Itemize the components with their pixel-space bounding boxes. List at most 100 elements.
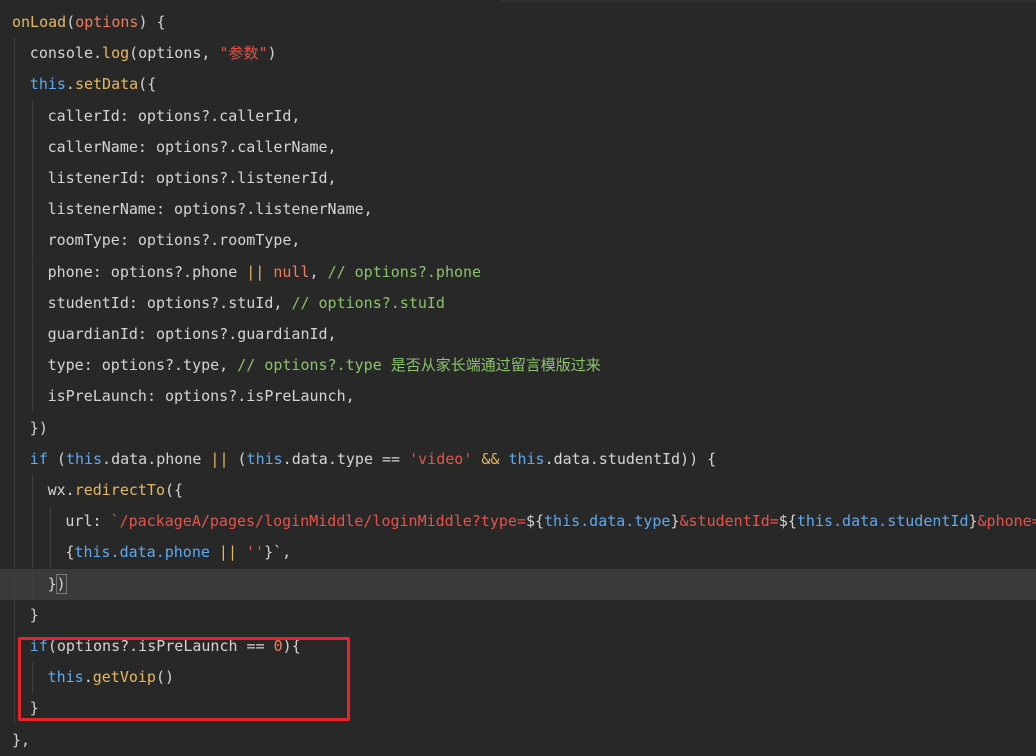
indent-guide <box>14 381 15 413</box>
editor-top-edge <box>500 0 1036 2</box>
code-token: .data.studentId <box>833 512 969 531</box>
code-line[interactable]: url: `/packageA/pages/loginMiddle/loginM… <box>0 506 1036 538</box>
code-token: ( <box>228 449 247 468</box>
code-token: .data.studentId)) { <box>544 449 717 468</box>
code-token: guardianId <box>47 325 138 343</box>
code-text: } <box>30 600 39 631</box>
code-line[interactable]: }) <box>0 568 1036 600</box>
indent-guide <box>31 568 33 600</box>
code-token: this <box>29 75 66 94</box>
code-token: .data.phone <box>110 543 219 562</box>
code-editor[interactable]: onLoad(options) {console.log(options, "参… <box>0 0 1036 755</box>
code-token: } <box>29 605 39 624</box>
code-line[interactable]: callerId: options?.callerId, <box>0 100 1036 132</box>
indent-guide <box>31 506 33 538</box>
indent-guide <box>14 506 15 538</box>
code-token: listenerName <box>47 200 156 219</box>
indent-guide <box>31 537 33 569</box>
code-line[interactable]: listenerName: options?.listenerName, <box>0 194 1036 226</box>
code-token: ({ <box>138 75 157 94</box>
code-token: } <box>670 512 680 531</box>
code-line[interactable]: }, <box>0 725 1036 756</box>
code-line[interactable]: console.log(options, "参数") <box>0 38 1036 70</box>
code-token: }, <box>12 730 31 749</box>
indent-guide <box>14 662 15 694</box>
code-token: ) { <box>138 13 166 31</box>
code-text: listenerName: options?.listenerName, <box>48 194 373 225</box>
indent-guide <box>31 194 33 226</box>
code-token: . <box>65 75 75 94</box>
code-token: roomType <box>47 231 120 250</box>
code-line[interactable]: this.setData({ <box>0 69 1036 101</box>
code-token: : <box>92 512 111 531</box>
code-line[interactable]: isPreLaunch: options?.isPreLaunch, <box>0 381 1036 413</box>
code-token: ({ <box>165 481 184 499</box>
code-line[interactable]: if (this.data.phone || (this.data.type =… <box>0 443 1036 475</box>
code-line[interactable]: } <box>0 599 1036 631</box>
code-token: } <box>47 574 57 593</box>
code-text: isPreLaunch: options?.isPreLaunch, <box>48 381 355 412</box>
indent-guide <box>14 163 15 194</box>
code-token: 'video' <box>409 449 473 468</box>
code-text: guardianId: options?.guardianId, <box>48 319 337 350</box>
indent-guide <box>14 131 15 163</box>
code-token: : options?.isPreLaunch, <box>146 387 355 406</box>
code-line[interactable]: }) <box>0 412 1036 444</box>
code-line[interactable]: onLoad(options) { <box>0 7 1036 38</box>
annotation-highlight-box <box>18 637 350 721</box>
indent-guide <box>49 537 51 569</box>
indent-guide <box>14 412 15 444</box>
indent-guide <box>14 287 15 319</box>
code-token: : options?.listenerName, <box>155 200 373 219</box>
indent-guide <box>14 100 15 132</box>
code-token: callerName <box>47 137 138 156</box>
code-line[interactable]: wx.redirectTo({ <box>0 475 1036 506</box>
code-line[interactable]: guardianId: options?.guardianId, <box>0 319 1036 350</box>
indent-guide <box>31 256 33 288</box>
code-text: {this.data.phone || ''}`, <box>65 537 291 568</box>
indent-guide <box>31 475 33 506</box>
code-token: '' <box>246 543 265 562</box>
indent-guide <box>14 693 15 725</box>
code-token: .data.type == <box>282 449 410 468</box>
code-line[interactable]: type: options?.type, // options?.type 是否… <box>0 350 1036 382</box>
code-token: : options?.callerId, <box>119 106 301 125</box>
code-text: if (this.data.phone || (this.data.type =… <box>30 444 716 475</box>
code-token: && <box>481 449 500 468</box>
indent-guide <box>14 443 15 475</box>
code-line[interactable]: roomType: options?.roomType, <box>0 225 1036 257</box>
indent-guide <box>31 319 33 350</box>
indent-guide <box>14 568 15 600</box>
code-token: || <box>210 449 229 468</box>
code-token: this <box>544 512 581 531</box>
code-token: this <box>508 449 545 468</box>
code-line[interactable]: callerName: options?.callerName, <box>0 131 1036 163</box>
code-token: }) <box>29 418 48 437</box>
indent-guide <box>14 194 15 226</box>
code-text: }) <box>30 413 48 444</box>
code-token: }` <box>264 543 283 562</box>
code-line[interactable]: studentId: options?.stuId, // options?.s… <box>0 287 1036 319</box>
code-token: : options?.listenerId, <box>137 169 337 187</box>
code-token: .data.type <box>580 512 671 531</box>
code-token: } <box>968 512 978 531</box>
indent-guide <box>49 506 51 538</box>
code-token: this <box>246 449 283 468</box>
code-line[interactable]: phone: options?.phone || null, // option… <box>0 256 1036 288</box>
code-line[interactable]: listenerId: options?.listenerId, <box>0 163 1036 194</box>
indent-guide <box>31 131 33 163</box>
code-token: ( <box>66 13 76 31</box>
indent-guide <box>14 631 15 662</box>
code-token: listenerId <box>47 169 138 187</box>
code-text: }, <box>12 725 30 756</box>
code-token: url <box>65 512 93 531</box>
code-line[interactable]: {this.data.phone || ''}`, <box>0 537 1036 569</box>
code-token: null <box>273 262 310 281</box>
code-token: console <box>29 44 94 63</box>
code-token: this <box>65 449 103 468</box>
indent-guide <box>31 225 33 257</box>
code-token: // options?.phone <box>327 262 482 281</box>
code-token: // options?.stuId <box>291 293 445 312</box>
code-token: studentId <box>47 293 129 312</box>
indent-guide <box>31 287 33 319</box>
